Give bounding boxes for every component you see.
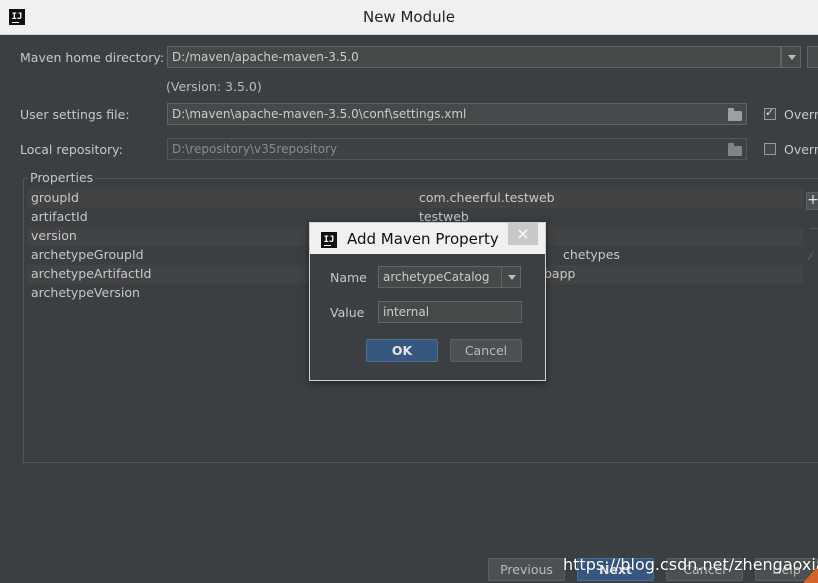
- local-repository-override-checkbox[interactable]: [764, 143, 776, 155]
- dialog-title-bar: IJ Add Maven Property ×: [310, 223, 545, 254]
- add-maven-property-dialog: IJ Add Maven Property × Name archetypeCa…: [309, 222, 546, 381]
- local-repository-folder-icon[interactable]: [728, 143, 742, 156]
- table-row[interactable]: groupId com.cheerful.testweb: [27, 189, 803, 208]
- ok-button[interactable]: OK: [366, 339, 438, 362]
- properties-legend: Properties: [28, 170, 96, 185]
- property-value-input[interactable]: internal: [378, 301, 522, 323]
- dialog-cancel-button[interactable]: Cancel: [450, 339, 522, 362]
- local-repository-input[interactable]: D:\repository\v35repository: [167, 138, 747, 160]
- watermark-text: https://blog.csdn.net/zhengaoxiang: [563, 555, 818, 574]
- property-value-label: Value: [330, 305, 365, 320]
- property-key: groupId: [31, 190, 79, 205]
- property-key: artifactId: [31, 209, 88, 224]
- user-settings-input[interactable]: D:\maven\apache-maven-3.5.0\conf\setting…: [167, 103, 747, 125]
- maven-home-dropdown-icon[interactable]: [781, 46, 801, 68]
- property-key: archetypeGroupId: [31, 247, 144, 262]
- property-name-input[interactable]: archetypeCatalog: [378, 266, 503, 288]
- maven-home-browse-button[interactable]: [807, 46, 818, 68]
- window-title: New Module: [362, 8, 456, 26]
- user-settings-override-checkbox[interactable]: [764, 106, 776, 120]
- remove-property-icon[interactable]: [810, 228, 818, 229]
- title-bar: IJ New Module: [0, 0, 818, 35]
- local-repository-label: Local repository:: [20, 142, 123, 157]
- user-settings-folder-icon[interactable]: [728, 108, 742, 121]
- user-settings-label: User settings file:: [20, 107, 130, 122]
- previous-button[interactable]: Previous: [488, 558, 565, 581]
- property-value: chetypes: [563, 247, 620, 262]
- intellij-logo-icon: IJ: [321, 232, 337, 248]
- maven-home-label: Maven home directory:: [20, 50, 165, 65]
- local-repository-override-label: Overr: [784, 142, 818, 157]
- dialog-title: Add Maven Property: [347, 230, 499, 248]
- close-icon[interactable]: ×: [508, 223, 538, 245]
- property-key: archetypeArtifactId: [31, 266, 152, 281]
- user-settings-override-label: Overr: [784, 107, 818, 122]
- property-value: bapp: [544, 266, 576, 281]
- property-name-dropdown-icon[interactable]: [501, 266, 521, 288]
- property-name-label: Name: [330, 270, 367, 285]
- dialog-body: Name archetypeCatalog Value internal OK …: [316, 254, 539, 376]
- property-key: version: [31, 228, 77, 243]
- property-key: archetypeVersion: [31, 285, 140, 300]
- property-value: com.cheerful.testweb: [419, 190, 555, 205]
- maven-version-text: (Version: 3.5.0): [166, 79, 262, 94]
- maven-home-input[interactable]: D:/maven/apache-maven-3.5.0: [167, 46, 781, 68]
- add-property-button[interactable]: +: [806, 192, 818, 210]
